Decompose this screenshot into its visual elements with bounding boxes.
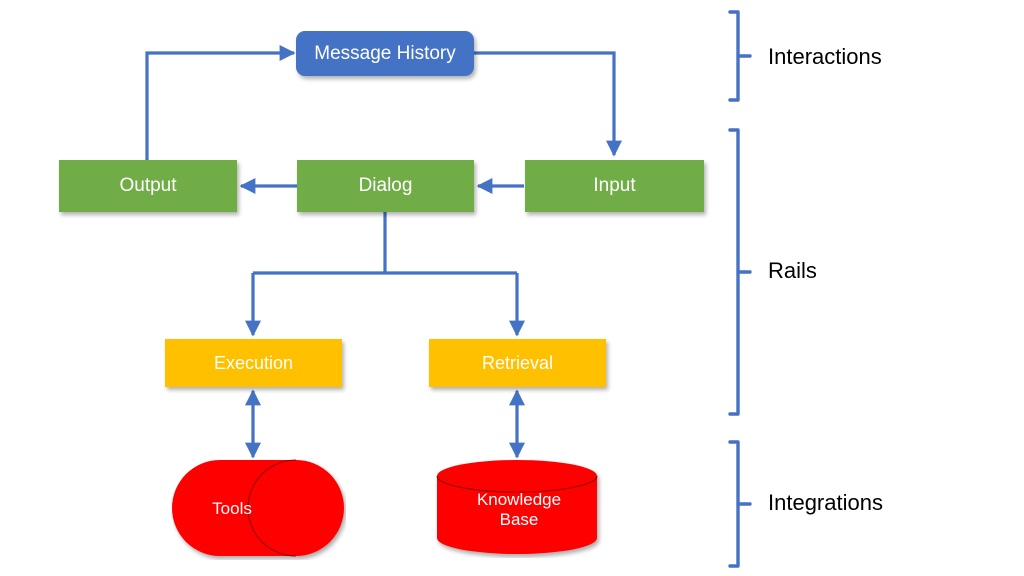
node-input[interactable]: Input <box>525 160 704 212</box>
connector-output-to-message-history <box>145 45 296 160</box>
group-label-interactions: Interactions <box>768 44 882 69</box>
node-input-label: Input <box>593 175 636 197</box>
node-message-history-label: Message History <box>314 42 456 64</box>
node-knowledge-base-label: Knowledge Base <box>476 490 562 529</box>
group-label-rails: Rails <box>768 258 817 283</box>
node-retrieval[interactable]: Retrieval <box>429 339 606 387</box>
node-output[interactable]: Output <box>59 160 237 212</box>
node-knowledge-base[interactable]: Knowledge Base <box>435 458 603 558</box>
node-execution-label: Execution <box>213 352 294 373</box>
diagram-canvas: Message History Output Dialog Input Exec… <box>0 0 1024 576</box>
node-retrieval-label: Retrieval <box>481 352 554 373</box>
connector-message-history-to-input <box>474 51 622 157</box>
bracket-integrations <box>728 440 754 568</box>
node-output-label: Output <box>119 175 177 197</box>
bracket-rails <box>728 128 754 416</box>
node-tools-label: Tools <box>212 499 252 519</box>
node-dialog-label: Dialog <box>358 175 413 197</box>
node-dialog[interactable]: Dialog <box>297 160 474 212</box>
bracket-interactions <box>728 10 754 102</box>
node-tools[interactable]: Tools <box>170 458 346 560</box>
group-label-integrations: Integrations <box>768 490 883 515</box>
node-execution[interactable]: Execution <box>165 339 342 387</box>
node-message-history[interactable]: Message History <box>296 31 474 76</box>
